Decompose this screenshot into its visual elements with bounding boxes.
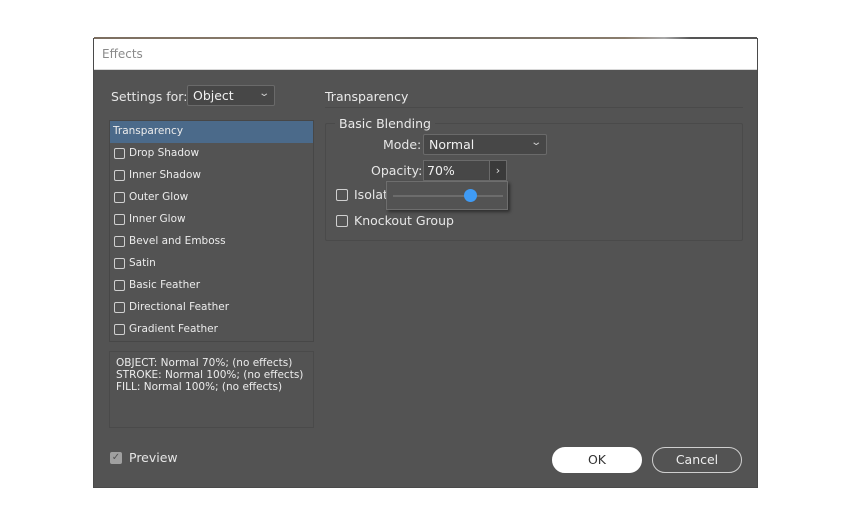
effects-item-bevel-and-emboss[interactable]: Bevel and Emboss	[110, 231, 313, 253]
effects-item-label: Bevel and Emboss	[129, 235, 226, 247]
checkbox[interactable]	[114, 148, 125, 159]
opacity-slider-toggle[interactable]: ›	[489, 160, 507, 181]
effects-item-label: Inner Shadow	[129, 169, 201, 181]
effects-list: Transparency Drop Shadow Inner Shadow Ou…	[109, 120, 314, 342]
knockout-group-label: Knockout Group	[354, 213, 454, 228]
effects-summary: OBJECT: Normal 70%; (no effects) STROKE:…	[109, 351, 314, 428]
checkbox[interactable]	[114, 302, 125, 313]
effects-item-inner-glow[interactable]: Inner Glow	[110, 209, 313, 231]
effects-item-directional-feather[interactable]: Directional Feather	[110, 297, 313, 319]
effects-item-label: Satin	[129, 257, 156, 269]
preview-label: Preview	[129, 450, 178, 465]
mode-label: Mode:	[383, 137, 422, 152]
checkbox[interactable]	[114, 258, 125, 269]
opacity-slider-track[interactable]	[393, 195, 503, 197]
effects-item-drop-shadow[interactable]: Drop Shadow	[110, 143, 313, 165]
isolate-blending-checkbox[interactable]	[336, 189, 348, 201]
title-bar[interactable]: Effects	[94, 39, 757, 70]
checkbox[interactable]	[114, 170, 125, 181]
effects-item-gradient-feather[interactable]: Gradient Feather	[110, 319, 313, 341]
group-title: Basic Blending	[335, 116, 435, 131]
opacity-label: Opacity:	[371, 163, 423, 178]
ok-button[interactable]: OK	[552, 447, 642, 473]
effects-item-label: Basic Feather	[129, 279, 201, 291]
chevron-down-icon: ⌄	[529, 137, 542, 148]
opacity-slider-thumb[interactable]	[463, 189, 477, 202]
effects-item-label: Drop Shadow	[129, 147, 200, 159]
isolate-blending-label: Isolat	[354, 187, 388, 202]
effects-item-label: Inner Glow	[129, 213, 186, 225]
effects-item-label: Transparency	[113, 125, 184, 137]
opacity-input[interactable]: 70%	[423, 160, 489, 181]
checkbox[interactable]	[114, 324, 125, 335]
opacity-slider-popup	[386, 181, 508, 210]
chevron-right-icon: ›	[495, 164, 501, 177]
effects-item-satin[interactable]: Satin	[110, 253, 313, 275]
effects-item-label: Outer Glow	[129, 191, 189, 203]
checkmark-icon: ✓	[111, 452, 121, 463]
effects-item-outer-glow[interactable]: Outer Glow	[110, 187, 313, 209]
preview-checkbox[interactable]: ✓	[110, 452, 122, 464]
opacity-value: 70%	[427, 163, 455, 178]
effects-item-basic-feather[interactable]: Basic Feather	[110, 275, 313, 297]
section-divider	[325, 107, 743, 108]
checkbox[interactable]	[114, 236, 125, 247]
checkbox[interactable]	[114, 214, 125, 225]
settings-for-select[interactable]: Object ⌄	[187, 85, 275, 106]
effects-item-inner-shadow[interactable]: Inner Shadow	[110, 165, 313, 187]
knockout-group-checkbox[interactable]	[336, 215, 348, 227]
mode-value: Normal	[429, 137, 475, 152]
effects-item-transparency[interactable]: Transparency	[110, 121, 313, 143]
effects-item-label: Gradient Feather	[129, 323, 218, 335]
checkbox[interactable]	[114, 280, 125, 291]
summary-line-stroke: STROKE: Normal 100%; (no effects)	[116, 369, 304, 381]
checkbox[interactable]	[114, 192, 125, 203]
cancel-button[interactable]: Cancel	[652, 447, 742, 473]
effects-dialog: Effects Settings for: Object ⌄ Transpare…	[93, 37, 758, 488]
mode-select[interactable]: Normal ⌄	[423, 134, 547, 155]
effects-item-label: Directional Feather	[129, 301, 230, 313]
settings-for-label: Settings for:	[111, 89, 188, 104]
summary-line-object: OBJECT: Normal 70%; (no effects)	[116, 357, 293, 369]
settings-for-value: Object	[193, 88, 234, 103]
chevron-down-icon: ⌄	[257, 88, 270, 99]
window-title: Effects	[102, 47, 143, 61]
section-title: Transparency	[325, 89, 409, 104]
summary-line-fill: FILL: Normal 100%; (no effects)	[116, 381, 283, 393]
